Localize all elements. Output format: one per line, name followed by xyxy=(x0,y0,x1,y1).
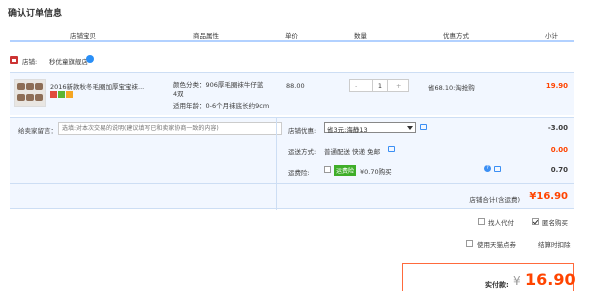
comment-icon[interactable] xyxy=(494,166,501,172)
order-item-row: 2016新款秋冬毛圈加厚宝宝袜... 颜色分类：906厚毛圈袜牛仔蓝4双 适用年… xyxy=(10,72,574,115)
delivery-label: 运送方式: xyxy=(288,148,317,156)
genuine-guarantee-icon xyxy=(58,91,65,98)
actual-payment-box: 实付款: ¥ 16.90 xyxy=(402,263,576,291)
quantity-input[interactable]: 1 xyxy=(372,80,388,91)
order-detail-box: 给卖家留言： 店铺优惠: 省3元:海静13 -3.00 运送方式: 普通配送 快… xyxy=(10,117,574,210)
shop-row: 店铺: 秒优童旗舰店 xyxy=(10,55,310,67)
shop-total-label: 店铺合计(含运费) xyxy=(469,196,520,204)
insurance-checkbox[interactable] xyxy=(324,166,331,173)
chevron-down-icon xyxy=(407,126,413,130)
delivery-value: 0.00 xyxy=(550,146,568,154)
quantity-plus-button[interactable]: + xyxy=(396,82,401,90)
actual-payment-label: 实付款: xyxy=(485,281,509,289)
seller-note-input[interactable] xyxy=(59,123,281,134)
promo-text: 省68.10:淘抢购 xyxy=(428,84,475,92)
insurance-badge: 运费险 xyxy=(334,165,357,176)
pay-for-me-checkbox[interactable] xyxy=(478,218,485,225)
help-icon[interactable]: ? xyxy=(484,165,491,172)
tmall-points-label[interactable]: 使用天猫点券 xyxy=(477,239,516,249)
service-badges xyxy=(50,91,74,99)
col-shop-item: 店铺宝贝 xyxy=(70,32,96,40)
order-table-header: 店铺宝贝 商品属性 单价 数量 优惠方式 小计 xyxy=(10,26,574,42)
page-title: 确认订单信息 xyxy=(8,9,63,19)
currency-symbol: ¥ xyxy=(513,274,521,288)
settle-deduct-label: 结算时扣除 xyxy=(538,241,571,249)
seller-note-field[interactable] xyxy=(58,122,282,135)
col-promo: 优惠方式 xyxy=(443,32,469,40)
wangwang-chat-icon[interactable] xyxy=(86,55,94,63)
shop-discount-selected: 省3元:海静13 xyxy=(327,126,368,134)
shop-discount-label: 店铺优惠: xyxy=(288,127,317,135)
insurance-price: ¥0.70购买 xyxy=(360,168,392,176)
pay-for-me-label[interactable]: 找人代付 xyxy=(488,217,514,227)
tmall-points-checkbox[interactable] xyxy=(466,240,473,247)
shop-total-row: 店铺合计(含运费) ¥16.90 xyxy=(10,183,574,210)
anonymous-checkbox[interactable] xyxy=(532,218,539,225)
quantity-stepper[interactable]: - 1 + xyxy=(349,79,409,92)
col-price: 单价 xyxy=(285,32,298,40)
col-quantity: 数量 xyxy=(354,32,367,40)
delivery-method: 普通配送 快递 免邮 xyxy=(324,148,381,156)
product-thumbnail[interactable] xyxy=(14,79,46,107)
seven-day-return-icon xyxy=(50,91,57,98)
shop-label: 店铺: xyxy=(22,58,38,66)
shop-icon xyxy=(10,56,18,64)
item-subtotal: 19.90 xyxy=(545,82,568,90)
product-age-attr: 适用年龄：0-6个月袜底长约9cm xyxy=(173,102,270,110)
insurance-value: 0.70 xyxy=(550,166,568,174)
credit-card-icon xyxy=(66,91,73,98)
shop-discount-select[interactable]: 省3元:海静13 xyxy=(324,122,416,134)
product-color-attr: 颜色分类：906厚毛圈袜牛仔蓝4双 xyxy=(173,81,264,98)
shop-total-value: ¥16.90 xyxy=(529,191,568,202)
col-attributes: 商品属性 xyxy=(193,32,219,40)
shop-name-link[interactable]: 秒优童旗舰店 xyxy=(49,56,88,66)
shop-discount-value: -3.00 xyxy=(547,124,568,132)
unit-price: 88.00 xyxy=(286,82,305,90)
comment-icon[interactable] xyxy=(420,124,427,130)
comment-icon[interactable] xyxy=(388,146,395,152)
quantity-minus-button[interactable]: - xyxy=(355,82,357,90)
seller-note-label: 给卖家留言： xyxy=(18,127,57,135)
insurance-label: 运费险: xyxy=(288,169,310,177)
actual-payment-value: 16.90 xyxy=(525,270,576,289)
anonymous-label[interactable]: 匿名购买 xyxy=(542,217,568,227)
col-subtotal: 小计 xyxy=(545,32,558,40)
product-title-link[interactable]: 2016新款秋冬毛圈加厚宝宝袜... xyxy=(50,81,162,91)
